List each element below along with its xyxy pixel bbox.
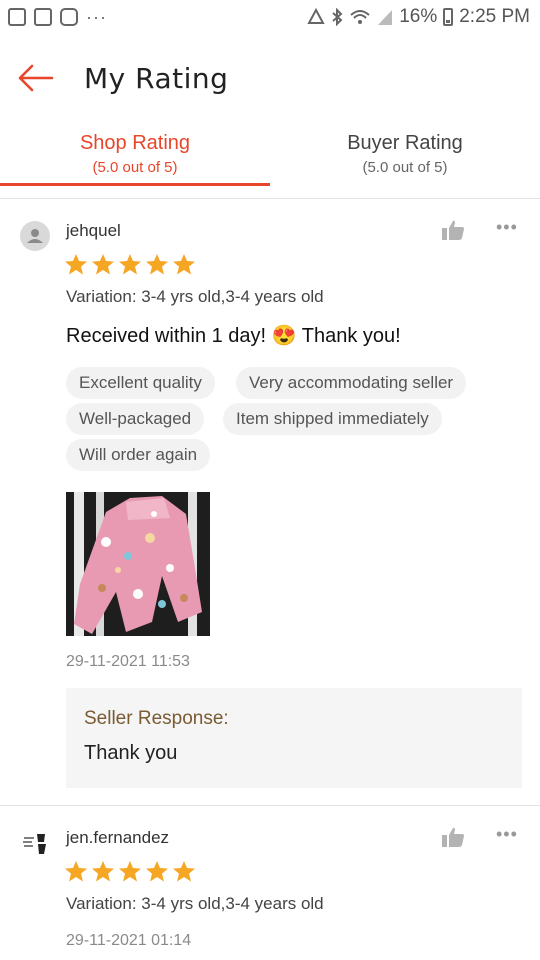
alarm-icon bbox=[307, 8, 325, 24]
tab-score: (5.0 out of 5) bbox=[92, 159, 178, 176]
tag-chip: Very accommodating seller bbox=[236, 367, 467, 399]
status-bar-right: 16% 2:25 PM bbox=[307, 6, 530, 28]
pajama-photo bbox=[66, 492, 210, 636]
review-tags: Excellent quality Very accommodating sel… bbox=[66, 367, 506, 477]
rating-tabs: Shop Rating (5.0 out of 5) Buyer Rating … bbox=[0, 120, 540, 199]
tag-chip: Will order again bbox=[66, 439, 211, 471]
status-bar: ··· 16% 2:25 PM bbox=[0, 0, 540, 38]
star-icon bbox=[146, 861, 168, 882]
like-button[interactable] bbox=[441, 826, 465, 853]
seller-response-label: Seller Response: bbox=[84, 708, 229, 729]
more-dots-icon[interactable]: ••• bbox=[496, 217, 518, 238]
star-icon bbox=[92, 254, 114, 275]
user-avatar-sketch bbox=[23, 834, 46, 854]
star-icon bbox=[146, 254, 168, 275]
star-icon bbox=[65, 254, 87, 275]
review-item: jehquel ••• Variation: 3-4 yrs old,3-4 y… bbox=[0, 199, 540, 804]
star-icon bbox=[92, 861, 114, 882]
seller-response-text: Thank you bbox=[84, 742, 178, 764]
star-icon bbox=[173, 861, 195, 882]
tab-score: (5.0 out of 5) bbox=[362, 159, 448, 176]
star-icon bbox=[173, 254, 195, 275]
star-icon bbox=[119, 861, 141, 882]
back-button[interactable] bbox=[16, 58, 56, 98]
avatar[interactable] bbox=[20, 221, 50, 251]
tag-chip: Item shipped immediately bbox=[223, 403, 442, 435]
more-notifications-icon: ··· bbox=[86, 7, 107, 27]
tab-buyer-rating[interactable]: Buyer Rating (5.0 out of 5) bbox=[270, 120, 540, 198]
gallery-icon bbox=[8, 8, 26, 26]
tab-shop-rating[interactable]: Shop Rating (5.0 out of 5) bbox=[0, 120, 270, 198]
thumbs-up-icon bbox=[442, 220, 464, 240]
user-icon bbox=[27, 229, 43, 243]
tag-chip: Well-packaged bbox=[66, 403, 205, 435]
battery-icon bbox=[443, 8, 454, 26]
battery-percent: 16% bbox=[399, 6, 438, 27]
variation-text: Variation: 3-4 yrs old,3-4 years old bbox=[66, 287, 324, 306]
star-icon bbox=[119, 254, 141, 275]
avatar[interactable] bbox=[20, 828, 50, 858]
review-photo[interactable] bbox=[66, 492, 210, 636]
review-username[interactable]: jehquel bbox=[66, 221, 121, 241]
instagram-icon bbox=[60, 8, 78, 26]
review-timestamp: 29-11-2021 11:53 bbox=[66, 653, 190, 670]
wifi-icon bbox=[350, 10, 370, 24]
status-bar-left: ··· bbox=[8, 8, 107, 26]
seller-response: Seller Response: Thank you bbox=[66, 688, 522, 788]
signal-icon bbox=[378, 10, 393, 25]
tag-chip: Excellent quality bbox=[66, 367, 215, 399]
arrow-left-icon bbox=[18, 64, 54, 92]
shopping-bag-icon bbox=[34, 8, 52, 26]
header: My Rating bbox=[0, 38, 540, 120]
status-time: 2:25 PM bbox=[459, 6, 530, 27]
more-dots-icon[interactable]: ••• bbox=[496, 824, 518, 845]
review-timestamp: 29-11-2021 01:14 bbox=[66, 932, 192, 949]
star-icon bbox=[65, 861, 87, 882]
tab-label: Buyer Rating bbox=[347, 132, 463, 154]
tab-label: Shop Rating bbox=[79, 132, 191, 154]
page-title: My Rating bbox=[84, 62, 229, 95]
thumbs-up-icon bbox=[442, 827, 464, 847]
review-comment: Received within 1 day! 😍 Thank you! bbox=[66, 325, 401, 347]
star-rating bbox=[64, 860, 196, 882]
review-username[interactable]: jen.fernandez bbox=[66, 828, 169, 848]
like-button[interactable] bbox=[441, 219, 465, 246]
review-item: jen.fernandez ••• Variation: 3-4 yrs old… bbox=[0, 806, 540, 960]
star-rating bbox=[64, 253, 196, 275]
variation-text: Variation: 3-4 yrs old,3-4 years old bbox=[66, 894, 324, 913]
bluetooth-icon bbox=[332, 8, 343, 26]
